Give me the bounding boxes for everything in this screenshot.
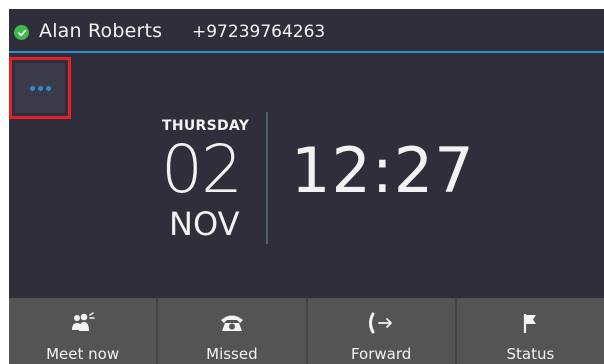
softkey-bar: Meet now Missed Forward Status — [9, 298, 604, 364]
softkey-label: Status — [506, 345, 555, 363]
phone-number: +97239764263 — [192, 22, 326, 42]
date-number: 02 — [161, 131, 243, 208]
more-button[interactable] — [15, 63, 65, 113]
softkey-missed[interactable]: Missed — [158, 298, 308, 364]
forward-icon — [367, 311, 395, 335]
phone-screen: Alan Roberts +97239764263 THURSDAY 02 NO… — [9, 9, 604, 364]
softkey-forward[interactable]: Forward — [307, 298, 457, 364]
softkey-label: Missed — [206, 345, 258, 363]
softkey-label: Meet now — [46, 345, 120, 363]
missed-call-icon — [218, 311, 246, 335]
header-bar: Alan Roberts +97239764263 — [9, 9, 604, 53]
status-flag-icon — [519, 311, 541, 335]
month-label: NOV — [169, 205, 240, 243]
clock-divider — [266, 112, 268, 244]
softkey-meet-now[interactable]: Meet now — [9, 298, 159, 364]
more-dots-icon — [29, 85, 51, 91]
more-button-highlight — [9, 57, 71, 119]
time-display: 12:27 — [291, 134, 475, 207]
softkey-label: Forward — [350, 345, 412, 363]
meet-now-icon — [70, 311, 96, 335]
user-name: Alan Roberts — [39, 20, 163, 42]
presence-available-icon — [14, 25, 29, 40]
softkey-status[interactable]: Status — [456, 298, 604, 364]
